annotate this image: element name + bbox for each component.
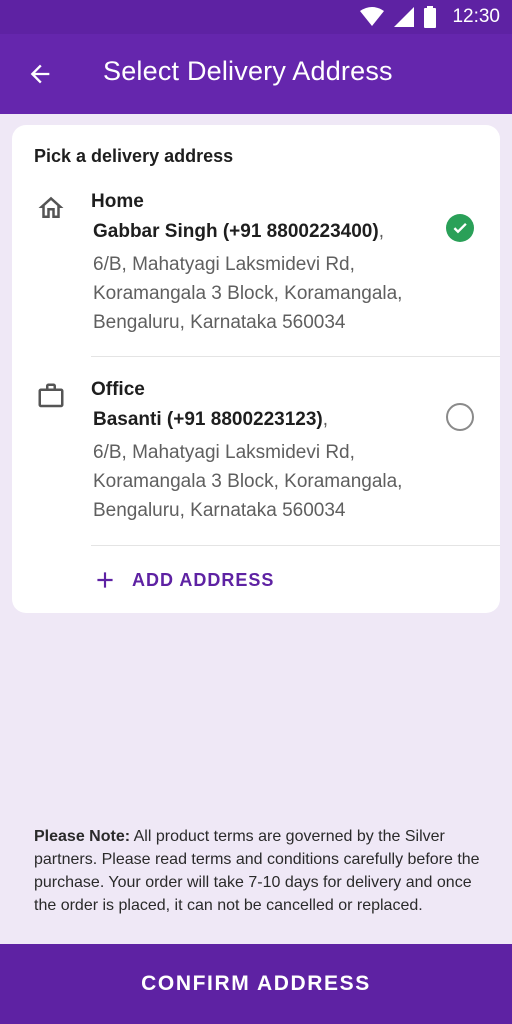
address-contact: Basanti (+91 8800223123), [93, 409, 328, 431]
address-type-label: Office [91, 379, 145, 400]
address-card: Pick a delivery address Home Gabbar Sing… [12, 125, 500, 613]
address-comma: , [378, 221, 384, 242]
plus-icon [97, 572, 113, 588]
address-lines: 6/B, Mahatyagi Laksmidevi Rd, Koramangal… [93, 438, 402, 525]
address-radio-selected[interactable] [446, 214, 474, 242]
address-item-office[interactable]: Office Basanti (+91 8800223123), 6/B, Ma… [12, 375, 500, 543]
signal-icon [394, 7, 415, 27]
app-screen: 12:30 Select Delivery Address Pick a del… [0, 0, 512, 1024]
check-icon [453, 223, 467, 234]
address-type-label: Home [91, 191, 144, 212]
address-line: Koramangala 3 Block, Koramangala, [93, 283, 403, 304]
address-item-home[interactable]: Home Gabbar Singh (+91 8800223400), 6/B,… [12, 187, 500, 355]
confirm-address-label: CONFIRM ADDRESS [141, 972, 371, 995]
address-contact-name: Basanti (+91 8800223123) [93, 409, 323, 430]
home-icon [38, 196, 64, 218]
confirm-address-button[interactable]: CONFIRM ADDRESS [0, 944, 512, 1024]
back-button[interactable] [22, 56, 58, 92]
add-address-button[interactable]: ADD ADDRESS [92, 562, 274, 598]
status-icons: 12:30 [360, 5, 500, 29]
divider [91, 356, 500, 357]
divider [91, 545, 500, 546]
note-label: Please Note: [34, 828, 131, 845]
terms-note: Please Note: All product terms are gover… [34, 825, 482, 917]
address-radio-unselected[interactable] [446, 403, 474, 431]
address-comma: , [322, 409, 329, 430]
app-bar: Select Delivery Address [0, 34, 512, 114]
wifi-icon [360, 7, 385, 26]
address-line: 6/B, Mahatyagi Laksmidevi Rd, [93, 442, 355, 463]
address-line: 6/B, Mahatyagi Laksmidevi Rd, [93, 254, 355, 275]
battery-icon [424, 6, 437, 28]
add-address-label: ADD ADDRESS [132, 569, 275, 590]
address-line: Bengaluru, Karnataka 560034 [93, 500, 346, 521]
address-line: Bengaluru, Karnataka 560034 [93, 312, 346, 333]
address-contact: Gabbar Singh (+91 8800223400), [93, 221, 384, 243]
status-bar: 12:30 [0, 0, 512, 34]
page-title: Select Delivery Address [103, 56, 393, 86]
arrow-left-icon [30, 64, 50, 84]
address-line: Koramangala 3 Block, Koramangala, [93, 471, 403, 492]
address-lines: 6/B, Mahatyagi Laksmidevi Rd, Koramangal… [93, 250, 402, 337]
address-contact-name: Gabbar Singh (+91 8800223400) [93, 221, 379, 242]
status-time: 12:30 [452, 6, 500, 27]
briefcase-icon [38, 383, 64, 408]
card-title: Pick a delivery address [34, 146, 234, 166]
